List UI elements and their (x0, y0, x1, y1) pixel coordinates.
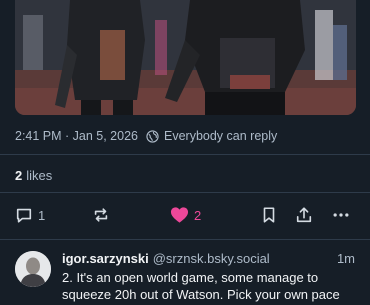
repost-button[interactable] (92, 206, 110, 224)
reply-time: 1m (336, 251, 355, 266)
repost-icon (92, 206, 110, 224)
divider (0, 154, 370, 155)
avatar[interactable] (15, 251, 51, 287)
reply-author-handle: @srznsk.bsky.social (152, 251, 270, 266)
likes-count: 2 (15, 168, 23, 183)
heart-icon (170, 206, 189, 224)
reply-setting[interactable]: Everybody can reply (164, 129, 277, 143)
globe-icon (146, 129, 159, 143)
reply-post[interactable]: igor.sarzynski @srznsk.bsky.social 1m 2. … (0, 248, 370, 305)
more-icon (332, 206, 350, 224)
reply-text: 2. It's an open world game, some manage … (62, 270, 340, 302)
divider (0, 239, 370, 240)
bookmark-icon (260, 206, 278, 224)
share-button[interactable] (295, 206, 313, 224)
like-button[interactable]: 2 (170, 206, 201, 224)
post-timestamp: 2:41 PM · Jan 5, 2026 (15, 129, 138, 143)
post-image[interactable] (15, 0, 356, 115)
post-actions: 1 2 (0, 206, 370, 228)
more-options-button[interactable] (332, 206, 350, 224)
like-count: 2 (194, 207, 202, 223)
likes-summary[interactable]: 2 likes (15, 168, 52, 183)
reply-author-name: igor.sarzynski (62, 251, 149, 266)
reply-icon (15, 206, 33, 224)
post-meta: 2:41 PM · Jan 5, 2026 Everybody can repl… (15, 129, 277, 143)
bookmark-button[interactable] (260, 206, 278, 224)
share-icon (295, 206, 313, 224)
reply-author[interactable]: igor.sarzynski @srznsk.bsky.social (62, 251, 270, 266)
likes-label: likes (26, 168, 53, 183)
divider (0, 192, 370, 193)
reply-button[interactable]: 1 (15, 206, 45, 224)
reply-count: 1 (38, 207, 46, 223)
